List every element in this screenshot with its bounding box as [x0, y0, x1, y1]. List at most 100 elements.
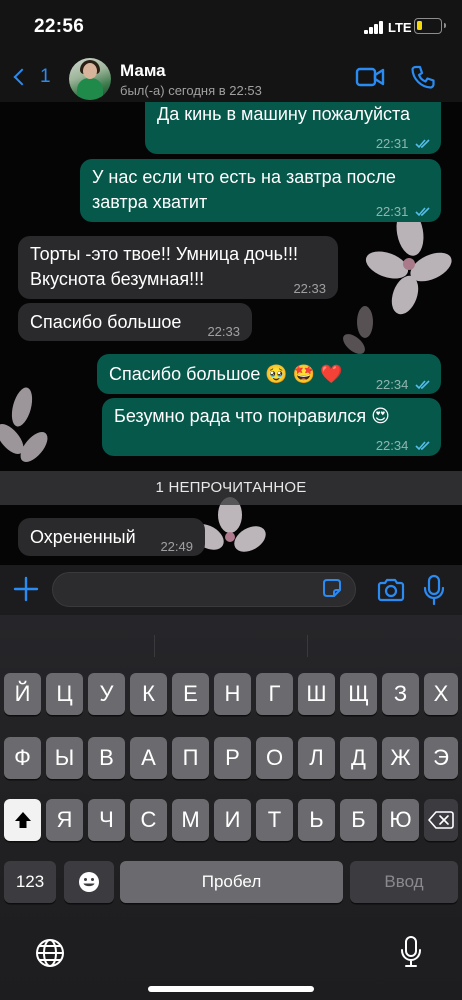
message-text: Безумно рада что понравился 😍	[114, 406, 390, 426]
message-text-line: Вкуснота безумная!!!	[30, 269, 205, 289]
key[interactable]: К	[130, 673, 167, 715]
message-bubble-incoming[interactable]: Охрененный 22:49	[18, 518, 205, 556]
cellular-signal-icon	[364, 21, 384, 34]
message-meta: 22:31	[376, 200, 431, 224]
message-bubble-outgoing[interactable]: Спасибо большое 🥹 🤩 ❤️ 22:34	[97, 354, 441, 394]
onscreen-keyboard: Й Ц У К Е Н Г Ш Щ З Х Ф Ы В А П Р О Л Д …	[0, 615, 462, 1000]
status-bar: 22:56 LTE	[0, 0, 462, 52]
return-key[interactable]: Ввод	[350, 861, 458, 903]
dictation-mic-icon[interactable]	[400, 935, 422, 969]
back-button[interactable]: 1	[10, 62, 54, 92]
message-text-line: У нас если что есть на завтра после	[92, 167, 396, 187]
camera-icon[interactable]	[376, 576, 406, 604]
key[interactable]: Б	[340, 799, 377, 841]
emoji-key[interactable]	[64, 861, 114, 903]
message-meta: 22:31	[376, 132, 431, 156]
message-text: Спасибо большое 🥹 🤩 ❤️	[109, 364, 343, 384]
message-text: Спасибо большое	[30, 312, 182, 332]
key[interactable]: Я	[46, 799, 83, 841]
read-ticks-icon	[415, 441, 430, 451]
message-text-line: завтра хватит	[92, 192, 208, 212]
phone-call-icon[interactable]	[410, 64, 436, 90]
read-ticks-icon	[415, 139, 430, 149]
unread-chats-count: 1	[40, 66, 51, 87]
read-ticks-icon	[415, 207, 430, 217]
message-bubble-outgoing[interactable]: У нас если что есть на завтра после завт…	[80, 159, 441, 222]
message-meta: 22:34	[376, 373, 431, 397]
key[interactable]: Ц	[46, 673, 83, 715]
contact-last-seen: был(-а) сегодня в 22:53	[120, 83, 262, 98]
plus-icon[interactable]	[12, 575, 40, 603]
shift-icon	[14, 812, 31, 828]
chat-messages-area[interactable]: Да кинь в машину пожалуйста 22:31 У нас …	[0, 102, 462, 565]
message-time: 22:31	[375, 204, 409, 219]
message-meta: 22:34	[376, 434, 431, 458]
emoji-icon	[79, 872, 99, 892]
key[interactable]: Й	[4, 673, 41, 715]
chevron-left-icon	[13, 68, 31, 86]
wallpaper-flower-icon	[0, 387, 48, 462]
read-ticks-icon	[415, 380, 430, 390]
key[interactable]: Л	[298, 737, 335, 779]
message-bubble-outgoing[interactable]: Безумно рада что понравился 😍 22:34	[102, 398, 441, 456]
battery-icon	[414, 18, 446, 34]
network-type: LTE	[388, 20, 412, 35]
key[interactable]: В	[88, 737, 125, 779]
key[interactable]: З	[382, 673, 419, 715]
message-time: 22:33	[207, 324, 240, 339]
message-time: 22:31	[375, 136, 409, 151]
key[interactable]: У	[88, 673, 125, 715]
message-bubble-outgoing[interactable]: Да кинь в машину пожалуйста 22:31	[145, 102, 441, 154]
key[interactable]: Т	[256, 799, 293, 841]
message-text: Да кинь в машину пожалуйста	[157, 104, 411, 124]
backspace-icon	[428, 811, 454, 829]
key[interactable]: Ш	[298, 673, 335, 715]
key[interactable]: Ь	[298, 799, 335, 841]
wallpaper-flower-icon	[343, 306, 373, 354]
prediction-separator	[307, 635, 308, 657]
key[interactable]: Е	[172, 673, 209, 715]
numbers-key[interactable]: 123	[4, 861, 56, 903]
key[interactable]: Э	[424, 737, 458, 779]
key[interactable]: Г	[256, 673, 293, 715]
message-composer	[0, 565, 462, 615]
backspace-key[interactable]	[424, 799, 458, 841]
video-call-icon[interactable]	[355, 64, 385, 90]
key[interactable]: Н	[214, 673, 251, 715]
message-input[interactable]	[52, 572, 356, 607]
message-bubble-incoming[interactable]: Спасибо большое 22:33	[18, 303, 252, 341]
globe-icon[interactable]	[34, 937, 66, 969]
status-time: 22:56	[34, 16, 85, 37]
avatar[interactable]	[69, 58, 111, 100]
prediction-separator	[154, 635, 155, 657]
message-time: 22:49	[160, 539, 193, 554]
chat-header: 1 Мама был(-а) сегодня в 22:53	[0, 52, 462, 102]
home-indicator[interactable]	[148, 986, 314, 992]
key[interactable]: Х	[424, 673, 458, 715]
key[interactable]: Ю	[382, 799, 419, 841]
shift-key[interactable]	[4, 799, 41, 841]
space-key[interactable]: Пробел	[120, 861, 343, 903]
key[interactable]: Ч	[88, 799, 125, 841]
key[interactable]: Ж	[382, 737, 419, 779]
message-time: 22:33	[293, 281, 326, 296]
sticker-icon[interactable]	[320, 576, 344, 600]
key[interactable]: П	[172, 737, 209, 779]
message-time: 22:34	[375, 438, 409, 453]
key[interactable]: О	[256, 737, 293, 779]
key[interactable]: Щ	[340, 673, 377, 715]
message-text: Охрененный	[30, 527, 136, 547]
key[interactable]: И	[214, 799, 251, 841]
key[interactable]: Ы	[46, 737, 83, 779]
key[interactable]: С	[130, 799, 167, 841]
message-text-line: Торты -это твое!! Умница дочь!!!	[30, 244, 299, 264]
microphone-icon[interactable]	[422, 574, 446, 606]
unread-messages-divider: 1 НЕПРОЧИТАННОЕ	[0, 471, 462, 505]
key[interactable]: М	[172, 799, 209, 841]
key[interactable]: А	[130, 737, 167, 779]
key[interactable]: Р	[214, 737, 251, 779]
message-bubble-incoming[interactable]: Торты -это твое!! Умница дочь!!! Вкуснот…	[18, 236, 338, 299]
contact-name[interactable]: Мама	[120, 61, 166, 81]
key[interactable]: Ф	[4, 737, 41, 779]
key[interactable]: Д	[340, 737, 377, 779]
